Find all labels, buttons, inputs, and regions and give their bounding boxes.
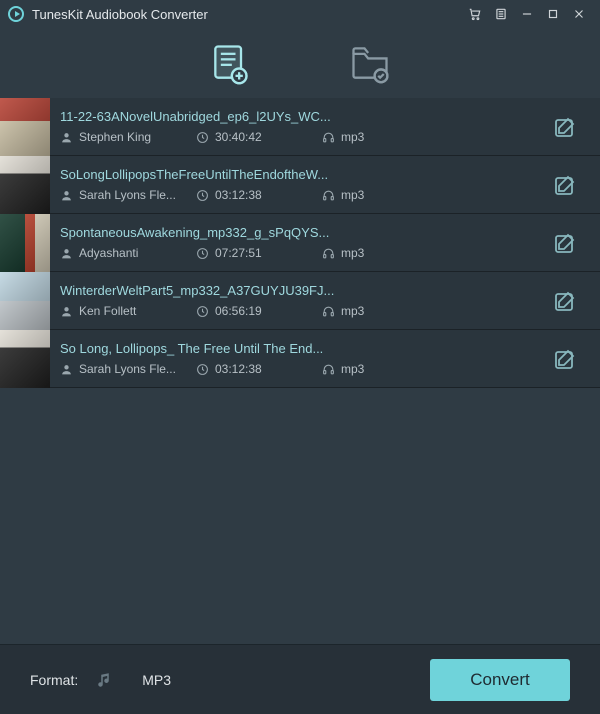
footer-bar: Format: MP3 Convert <box>0 644 600 714</box>
clock-icon <box>196 363 209 376</box>
clock-icon <box>196 131 209 144</box>
headphones-icon <box>322 363 335 376</box>
list-item-body: SoLongLollipopsTheFreeUntilTheEndoftheW.… <box>50 156 530 213</box>
item-author: Stephen King <box>79 130 151 144</box>
clock-icon <box>196 247 209 260</box>
minimize-button[interactable] <box>514 1 540 27</box>
item-format: mp3 <box>341 304 364 318</box>
item-title: WinterderWeltPart5_mp332_A37GUYJU39FJ... <box>60 283 520 298</box>
list-item-body: SpontaneousAwakening_mp332_g_sPqQYS... A… <box>50 214 530 271</box>
headphones-icon <box>322 247 335 260</box>
edit-button[interactable] <box>530 330 600 387</box>
item-duration: 07:27:51 <box>215 246 262 260</box>
titlebar: TunesKit Audiobook Converter <box>0 0 600 28</box>
item-meta: Adyashanti 07:27:51 mp3 <box>60 246 520 260</box>
list-item[interactable]: So Long, Lollipops_ The Free Until The E… <box>0 330 600 388</box>
item-format: mp3 <box>341 188 364 202</box>
menu-icon[interactable] <box>488 1 514 27</box>
item-author: Adyashanti <box>79 246 138 260</box>
cover-thumbnail <box>0 272 50 330</box>
item-duration: 06:56:19 <box>215 304 262 318</box>
format-value[interactable]: MP3 <box>142 672 171 688</box>
item-duration: 03:12:38 <box>215 362 262 376</box>
music-note-icon[interactable] <box>96 671 114 689</box>
format-label: Format: <box>30 672 78 688</box>
item-meta: Sarah Lyons Fle... 03:12:38 mp3 <box>60 188 520 202</box>
list-item-body: WinterderWeltPart5_mp332_A37GUYJU39FJ...… <box>50 272 530 329</box>
cover-thumbnail <box>0 156 50 214</box>
item-title: So Long, Lollipops_ The Free Until The E… <box>60 341 520 356</box>
item-duration: 30:40:42 <box>215 130 262 144</box>
convert-button[interactable]: Convert <box>430 659 570 701</box>
item-author: Sarah Lyons Fle... <box>79 362 176 376</box>
close-button[interactable] <box>566 1 592 27</box>
item-format: mp3 <box>341 246 364 260</box>
item-format: mp3 <box>341 362 364 376</box>
cart-icon[interactable] <box>462 1 488 27</box>
list-item[interactable]: SoLongLollipopsTheFreeUntilTheEndoftheW.… <box>0 156 600 214</box>
clock-icon <box>196 189 209 202</box>
main-toolbar <box>0 28 600 98</box>
maximize-button[interactable] <box>540 1 566 27</box>
headphones-icon <box>322 131 335 144</box>
app-logo-icon <box>8 6 24 22</box>
cover-thumbnail <box>0 214 50 272</box>
item-title: SoLongLollipopsTheFreeUntilTheEndoftheW.… <box>60 167 520 182</box>
person-icon <box>60 305 73 318</box>
edit-button[interactable] <box>530 156 600 213</box>
item-author: Sarah Lyons Fle... <box>79 188 176 202</box>
item-title: SpontaneousAwakening_mp332_g_sPqQYS... <box>60 225 520 240</box>
person-icon <box>60 363 73 376</box>
edit-button[interactable] <box>530 98 600 155</box>
list-item-body: So Long, Lollipops_ The Free Until The E… <box>50 330 530 387</box>
headphones-icon <box>322 305 335 318</box>
item-meta: Stephen King 30:40:42 mp3 <box>60 130 520 144</box>
item-title: 11-22-63ANovelUnabridged_ep6_l2UYs_WC... <box>60 109 520 124</box>
output-folder-button[interactable] <box>345 39 395 87</box>
add-files-button[interactable] <box>205 39 255 87</box>
app-title: TunesKit Audiobook Converter <box>32 7 208 22</box>
person-icon <box>60 131 73 144</box>
clock-icon <box>196 305 209 318</box>
list-item[interactable]: 11-22-63ANovelUnabridged_ep6_l2UYs_WC...… <box>0 98 600 156</box>
item-author: Ken Follett <box>79 304 136 318</box>
cover-thumbnail <box>0 98 50 156</box>
list-item-body: 11-22-63ANovelUnabridged_ep6_l2UYs_WC...… <box>50 98 530 155</box>
file-list: 11-22-63ANovelUnabridged_ep6_l2UYs_WC...… <box>0 98 600 644</box>
edit-button[interactable] <box>530 214 600 271</box>
cover-thumbnail <box>0 330 50 388</box>
item-meta: Sarah Lyons Fle... 03:12:38 mp3 <box>60 362 520 376</box>
item-format: mp3 <box>341 130 364 144</box>
person-icon <box>60 247 73 260</box>
person-icon <box>60 189 73 202</box>
headphones-icon <box>322 189 335 202</box>
item-duration: 03:12:38 <box>215 188 262 202</box>
list-item[interactable]: SpontaneousAwakening_mp332_g_sPqQYS... A… <box>0 214 600 272</box>
list-item[interactable]: WinterderWeltPart5_mp332_A37GUYJU39FJ...… <box>0 272 600 330</box>
item-meta: Ken Follett 06:56:19 mp3 <box>60 304 520 318</box>
edit-button[interactable] <box>530 272 600 329</box>
